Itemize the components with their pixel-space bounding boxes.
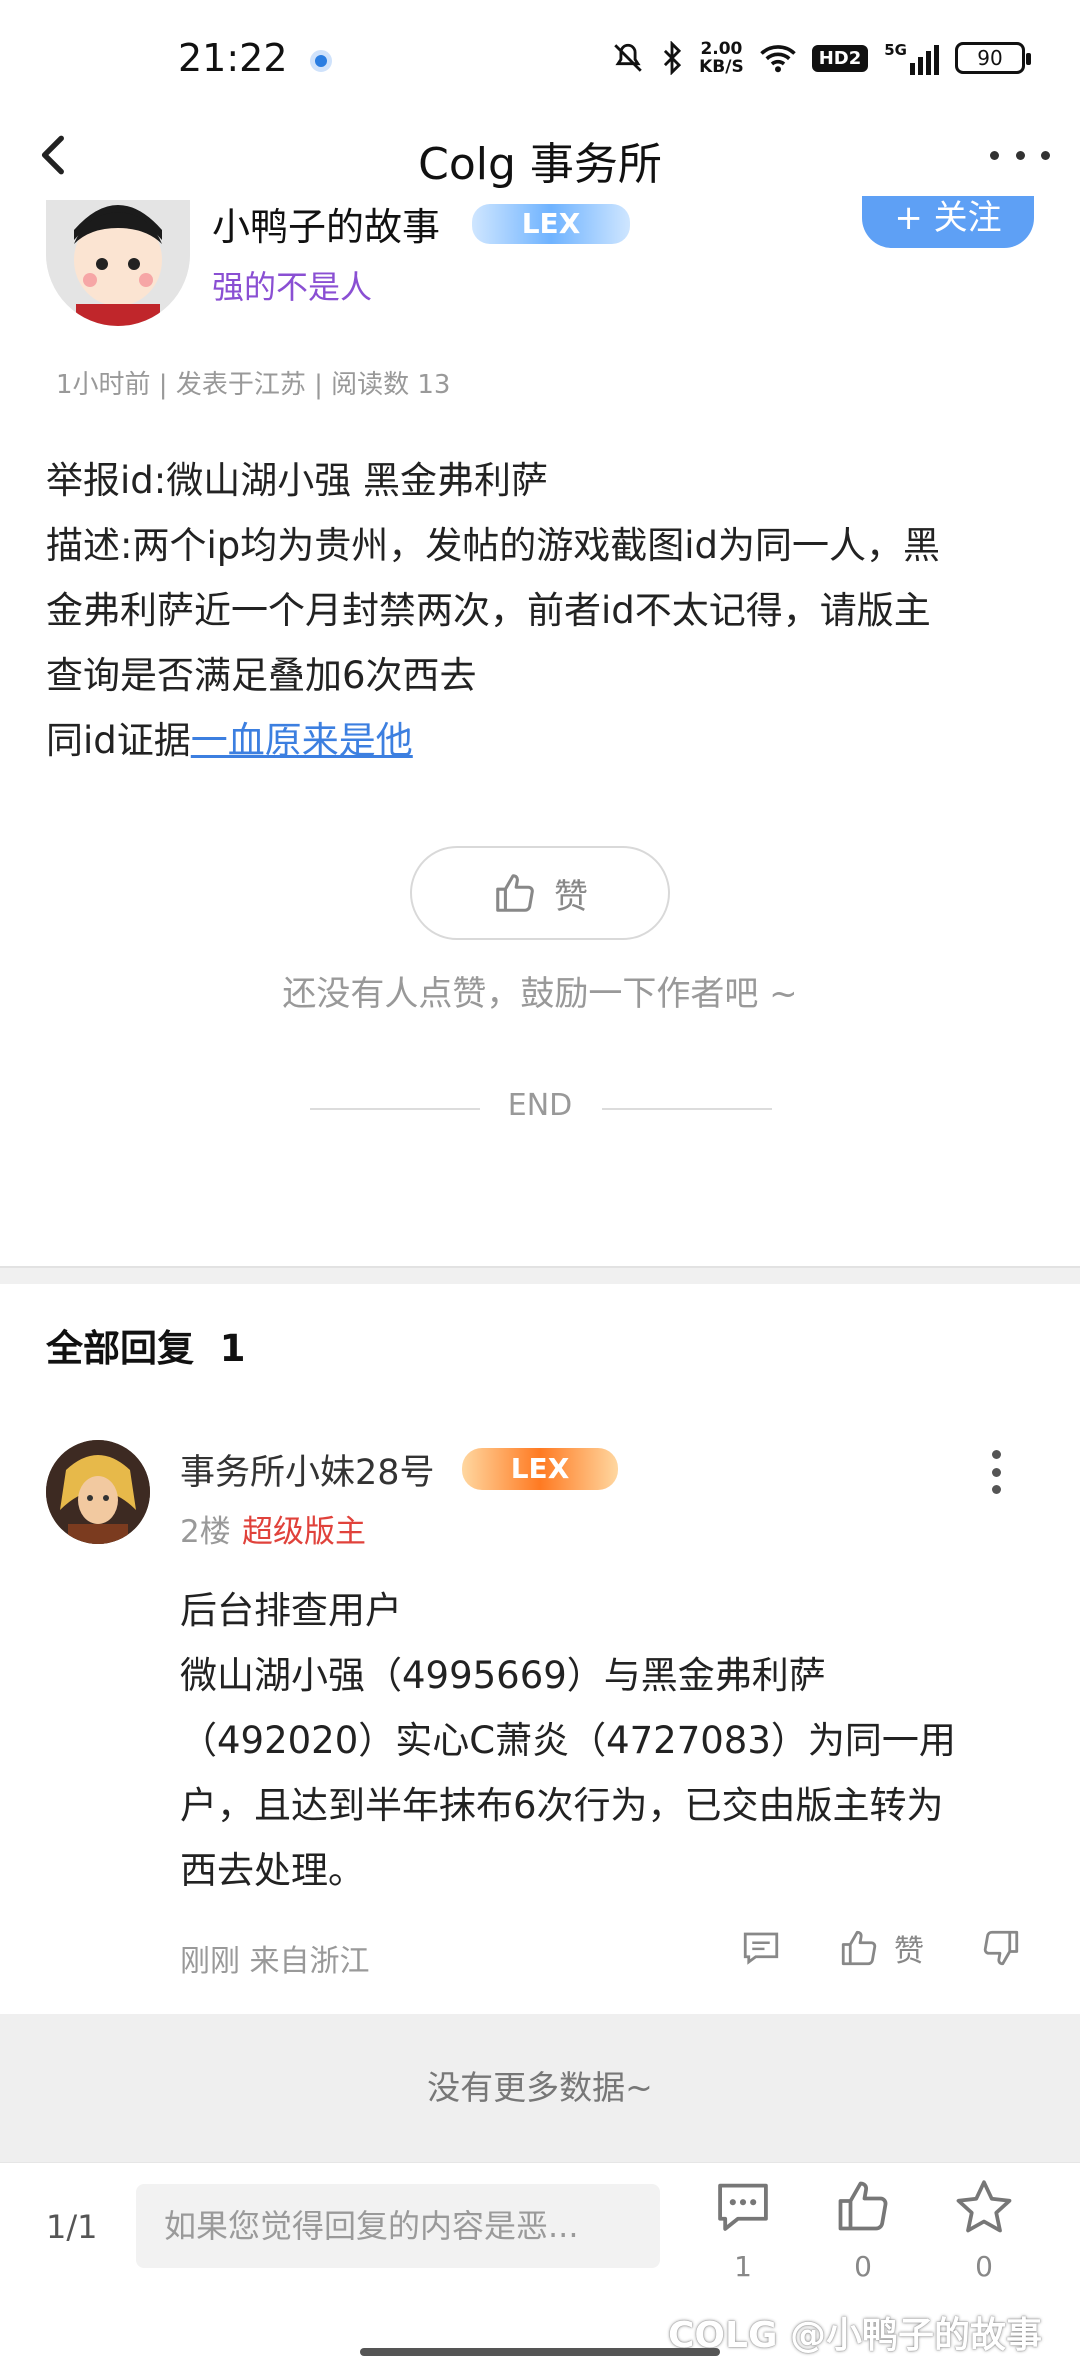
reply-floor: 2楼 — [180, 1514, 231, 1550]
replies-count: 1 — [219, 1327, 246, 1370]
thumbs-down-icon — [983, 1930, 1019, 1966]
reply-role-badge: 超级版主 — [242, 1514, 366, 1550]
more-button[interactable] — [990, 130, 1050, 180]
reply-dislike-button[interactable] — [980, 1927, 1022, 1969]
replies-header: 全部回复 1 — [46, 1318, 246, 1372]
like-count-button[interactable]: 0 — [823, 2178, 903, 2283]
evidence-prefix: 同id证据 — [46, 719, 191, 762]
avatar-image — [46, 1440, 150, 1544]
author-level-badge: LEX — [472, 204, 630, 244]
like-count: 0 — [854, 2250, 872, 2283]
no-more-data: 没有更多数据~ — [0, 2014, 1080, 2162]
post-body: 举报id:微山湖小强 黑金弗利萨 描述:两个ip均为贵州，发帖的游戏截图id为同… — [46, 448, 1036, 773]
more-icon — [991, 1450, 1001, 1459]
favorite-count: 0 — [975, 2250, 993, 2283]
reply-actions: 赞 — [740, 1926, 1022, 1970]
reply-comment-button[interactable] — [740, 1927, 782, 1969]
signal-icon: 5G — [884, 41, 939, 75]
battery-icon: 90 — [955, 42, 1031, 74]
comment-icon — [718, 2183, 768, 2231]
reply-more-button[interactable] — [990, 1450, 1002, 1494]
author-name[interactable]: 小鸭子的故事 — [212, 196, 440, 251]
page-title: Colg 事务所 — [418, 139, 662, 190]
reply-line: 西去处理。 — [180, 1849, 365, 1892]
reply-avatar[interactable] — [46, 1440, 150, 1544]
reply-input[interactable] — [136, 2184, 660, 2268]
post-meta: 1小时前 | 发表于江苏 | 阅读数 13 — [56, 370, 451, 400]
author-avatar[interactable] — [46, 200, 190, 326]
net-speed: 2.00 KB/S — [699, 39, 744, 77]
reply-like-button[interactable]: 赞 — [838, 1926, 924, 1970]
thumbs-up-icon — [496, 874, 534, 912]
like-button[interactable]: 赞 — [410, 846, 670, 940]
more-icon — [990, 150, 999, 160]
comment-count-button[interactable]: 1 — [703, 2178, 783, 2283]
evidence-link[interactable]: 一血原来是他 — [191, 719, 413, 762]
reply-line: （492020）实心C萧炎（4727083）为同一用 — [180, 1719, 956, 1762]
home-indicator[interactable] — [360, 2348, 720, 2356]
page-indicator[interactable]: 1/1 — [46, 2208, 98, 2246]
reply-author-name[interactable]: 事务所小妹28号 — [180, 1444, 435, 1495]
comment-icon — [743, 1932, 779, 1965]
post-line: 举报id:微山湖小强 黑金弗利萨 — [46, 459, 548, 502]
reply-level-badge: LEX — [462, 1448, 618, 1490]
replies-title: 全部回复 — [46, 1327, 194, 1370]
avatar-image — [46, 200, 190, 326]
reply-meta: 刚刚 来自浙江 — [180, 1944, 370, 1979]
reply-line: 后台排查用户 — [180, 1589, 402, 1632]
favorite-button[interactable]: 0 — [944, 2178, 1024, 2283]
like-label: 赞 — [554, 876, 588, 917]
post-line: 金弗利萨近一个月封禁两次，前者id不太记得，请版主 — [46, 589, 931, 632]
reply-line: 户，且达到半年抹布6次行为，已交由版主转为 — [180, 1784, 944, 1827]
hd-badge: HD2 — [811, 44, 869, 72]
comment-count: 1 — [734, 2250, 752, 2283]
post-line: 查询是否满足叠加6次西去 — [46, 654, 477, 697]
post-line-evidence: 同id证据一血原来是他 — [46, 708, 1036, 773]
status-icons: 2.00 KB/S HD2 5G 90 — [611, 36, 1031, 80]
thumbs-up-icon — [841, 1930, 877, 1966]
end-divider-right — [602, 1108, 772, 1110]
like-hint: 还没有人点赞，鼓励一下作者吧 ~ — [282, 974, 798, 1014]
section-separator — [0, 1266, 1080, 1284]
wifi-icon — [759, 45, 796, 73]
status-time: 21:22 — [178, 36, 288, 80]
end-label: END — [507, 1088, 573, 1123]
thumbs-up-icon — [838, 2181, 888, 2231]
reply-line: 微山湖小强（4995669）与黑金弗利萨 — [180, 1654, 826, 1697]
bluetooth-icon — [664, 41, 682, 75]
follow-button[interactable]: + 关注 — [862, 196, 1034, 248]
notification-dot-icon — [310, 50, 332, 72]
mute-icon — [614, 43, 642, 72]
author-signature: 强的不是人 — [212, 268, 373, 306]
watermark: COLG @小鸭子的故事 — [668, 2315, 1043, 2356]
reply-like-label: 赞 — [894, 1934, 924, 1969]
star-icon — [956, 2180, 1012, 2233]
post-line: 描述:两个ip均为贵州，发帖的游戏截图id为同一人，黑 — [46, 524, 940, 567]
reply-body: 后台排查用户 微山湖小强（4995669）与黑金弗利萨 （492020）实心C萧… — [180, 1578, 1030, 1903]
